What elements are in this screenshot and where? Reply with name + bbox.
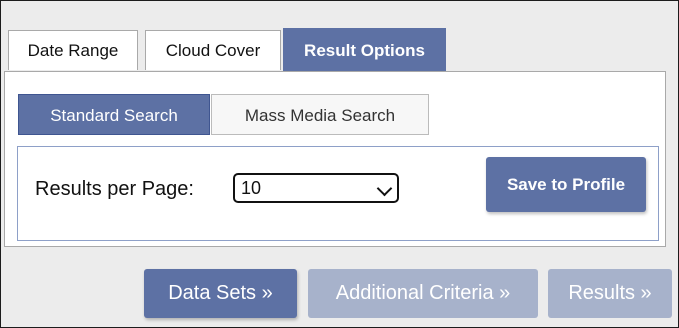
- tab-standard-search[interactable]: Standard Search: [18, 94, 210, 135]
- tab-cloud-cover[interactable]: Cloud Cover: [145, 30, 281, 70]
- data-sets-button[interactable]: Data Sets »: [144, 269, 297, 318]
- tab-result-options[interactable]: Result Options: [283, 28, 446, 72]
- save-to-profile-button[interactable]: Save to Profile: [486, 157, 646, 212]
- chevron-down-icon: [376, 180, 393, 197]
- results-per-page-select[interactable]: 10: [233, 173, 399, 203]
- options-box: Results per Page: 10 Save to Profile: [17, 146, 659, 241]
- additional-criteria-button[interactable]: Additional Criteria »: [308, 269, 538, 318]
- search-criteria-frame: Date Range Cloud Cover Result Options St…: [0, 0, 679, 328]
- result-options-panel: Standard Search Mass Media Search Result…: [4, 71, 666, 247]
- tab-mass-media-search[interactable]: Mass Media Search: [211, 94, 429, 135]
- results-button[interactable]: Results »: [548, 269, 672, 318]
- results-per-page-value: 10: [241, 178, 262, 198]
- tab-date-range[interactable]: Date Range: [8, 30, 138, 70]
- results-per-page-label: Results per Page:: [35, 178, 194, 200]
